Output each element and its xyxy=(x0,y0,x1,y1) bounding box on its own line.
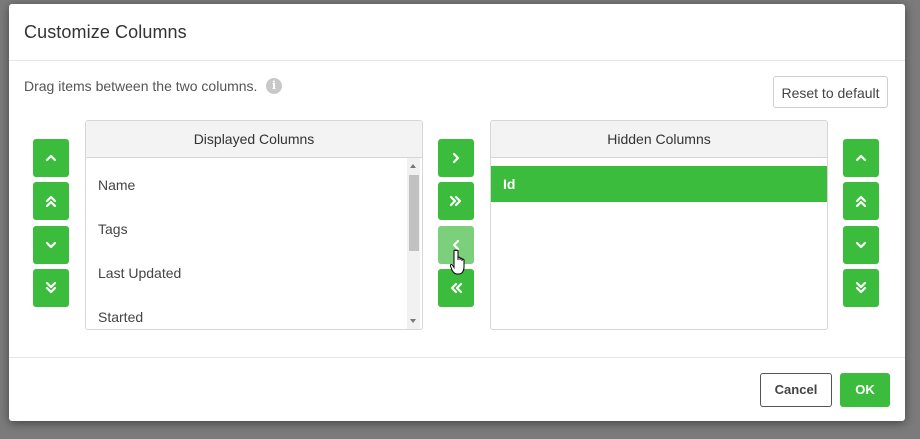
hidden-move-down-button[interactable] xyxy=(843,226,879,264)
dialog-title: Customize Columns xyxy=(24,22,187,42)
move-to-top-button[interactable] xyxy=(33,182,69,220)
move-all-right-button[interactable] xyxy=(438,182,474,220)
move-up-button[interactable] xyxy=(33,139,69,177)
double-chevron-down-icon xyxy=(855,281,867,294)
displayed-column-item[interactable]: Name xyxy=(98,177,135,193)
chevron-down-icon xyxy=(45,241,57,249)
hidden-columns-panel: Hidden Columns Id xyxy=(490,120,828,330)
hidden-move-up-button[interactable] xyxy=(843,139,879,177)
move-to-bottom-button[interactable] xyxy=(33,269,69,307)
hidden-column-item-selected[interactable]: Id xyxy=(491,166,827,202)
hand-pointer-cursor-icon xyxy=(450,249,465,275)
reset-to-default-button[interactable]: Reset to default xyxy=(773,76,888,108)
scroll-down-arrow-icon[interactable] xyxy=(410,319,416,323)
displayed-columns-header: Displayed Columns xyxy=(86,121,422,158)
displayed-columns-panel: Displayed Columns Name Tags Last Updated… xyxy=(85,120,423,330)
hidden-move-to-bottom-button[interactable] xyxy=(843,269,879,307)
chevron-up-icon xyxy=(855,154,867,162)
displayed-columns-scrollbar[interactable] xyxy=(407,158,420,329)
dialog-header: Customize Columns xyxy=(9,4,905,61)
move-right-button[interactable] xyxy=(438,139,474,177)
double-chevron-down-icon xyxy=(45,281,57,294)
footer-divider xyxy=(9,357,905,358)
chevron-down-icon xyxy=(855,241,867,249)
displayed-column-item[interactable]: Started xyxy=(98,309,143,325)
chevron-up-icon xyxy=(45,154,57,162)
customize-columns-dialog: Customize Columns Drag items between the… xyxy=(9,4,905,421)
hidden-columns-header: Hidden Columns xyxy=(491,121,827,158)
instructions-text: Drag items between the two columns. xyxy=(24,78,258,94)
move-down-button[interactable] xyxy=(33,226,69,264)
hidden-move-to-top-button[interactable] xyxy=(843,182,879,220)
double-chevron-left-icon xyxy=(450,282,463,294)
displayed-column-item[interactable]: Tags xyxy=(98,221,128,237)
displayed-column-item[interactable]: Last Updated xyxy=(98,265,181,281)
cancel-button[interactable]: Cancel xyxy=(760,373,832,407)
double-chevron-up-icon xyxy=(855,195,867,208)
scroll-up-arrow-icon[interactable] xyxy=(410,164,416,168)
double-chevron-up-icon xyxy=(45,195,57,208)
scroll-thumb[interactable] xyxy=(409,175,419,251)
ok-button[interactable]: OK xyxy=(840,373,890,407)
double-chevron-right-icon xyxy=(449,195,462,207)
chevron-right-icon xyxy=(452,152,460,164)
info-icon[interactable]: i xyxy=(266,78,282,94)
